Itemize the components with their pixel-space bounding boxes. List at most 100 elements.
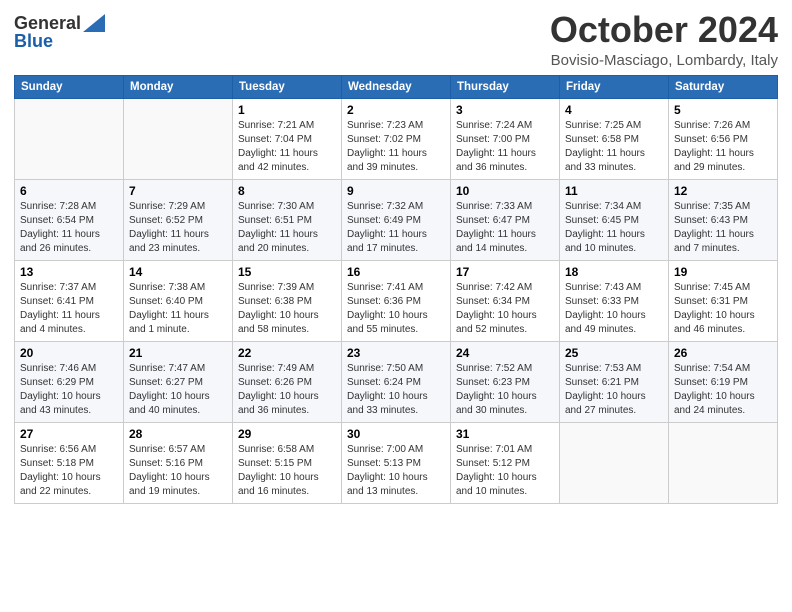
- day-number: 20: [20, 346, 118, 360]
- col-thursday: Thursday: [451, 75, 560, 98]
- day-number: 3: [456, 103, 554, 117]
- calendar-cell: 9 Sunrise: 7:32 AM Sunset: 6:49 PM Daylig…: [342, 179, 451, 260]
- calendar-cell: [124, 98, 233, 179]
- day-number: 11: [565, 184, 663, 198]
- calendar-cell: [560, 422, 669, 503]
- calendar-cell: 24 Sunrise: 7:52 AM Sunset: 6:23 PM Dayli…: [451, 341, 560, 422]
- calendar-cell: 18Sunrise: 7:43 AM Sunset: 6:33 PM Dayli…: [560, 260, 669, 341]
- calendar-cell: 8 Sunrise: 7:30 AM Sunset: 6:51 PM Daylig…: [233, 179, 342, 260]
- day-info: Sunrise: 7:49 AM Sunset: 6:26 PM Dayligh…: [238, 362, 336, 418]
- calendar-cell: 3 Sunrise: 7:24 AM Sunset: 7:00 PM Daylig…: [451, 98, 560, 179]
- day-info: Sunrise: 7:24 AM Sunset: 7:00 PM Dayligh…: [456, 119, 554, 175]
- logo-blue-text: Blue: [14, 32, 53, 50]
- calendar-cell: 10Sunrise: 7:33 AM Sunset: 6:47 PM Dayli…: [451, 179, 560, 260]
- day-info: Sunrise: 7:21 AM Sunset: 7:04 PM Dayligh…: [238, 119, 336, 175]
- logo-general-text: General: [14, 14, 81, 32]
- calendar-cell: 19 Sunrise: 7:45 AM Sunset: 6:31 PM Dayli…: [669, 260, 778, 341]
- day-info: Sunrise: 7:28 AM Sunset: 6:54 PM Dayligh…: [20, 200, 118, 256]
- day-number: 6: [20, 184, 118, 198]
- location-text: Bovisio-Masciago, Lombardy, Italy: [550, 52, 778, 69]
- day-number: 10: [456, 184, 554, 198]
- day-info: Sunrise: 7:52 AM Sunset: 6:23 PM Dayligh…: [456, 362, 554, 418]
- day-number: 23: [347, 346, 445, 360]
- calendar-cell: 21Sunrise: 7:47 AM Sunset: 6:27 PM Dayli…: [124, 341, 233, 422]
- col-tuesday: Tuesday: [233, 75, 342, 98]
- calendar-cell: 23 Sunrise: 7:50 AM Sunset: 6:24 PM Dayli…: [342, 341, 451, 422]
- day-info: Sunrise: 7:54 AM Sunset: 6:19 PM Dayligh…: [674, 362, 772, 418]
- day-number: 31: [456, 427, 554, 441]
- calendar-cell: 17 Sunrise: 7:42 AM Sunset: 6:34 PM Dayli…: [451, 260, 560, 341]
- day-number: 13: [20, 265, 118, 279]
- day-info: Sunrise: 6:56 AM Sunset: 5:18 PM Dayligh…: [20, 443, 118, 499]
- day-info: Sunrise: 6:58 AM Sunset: 5:15 PM Dayligh…: [238, 443, 336, 499]
- day-number: 5: [674, 103, 772, 117]
- calendar-cell: 12 Sunrise: 7:35 AM Sunset: 6:43 PM Dayli…: [669, 179, 778, 260]
- calendar-cell: 11 Sunrise: 7:34 AM Sunset: 6:45 PM Dayli…: [560, 179, 669, 260]
- day-number: 12: [674, 184, 772, 198]
- calendar-cell: 14 Sunrise: 7:38 AM Sunset: 6:40 PM Dayli…: [124, 260, 233, 341]
- day-info: Sunrise: 7:42 AM Sunset: 6:34 PM Dayligh…: [456, 281, 554, 337]
- day-number: 8: [238, 184, 336, 198]
- calendar-cell: 31 Sunrise: 7:01 AM Sunset: 5:12 PM Dayli…: [451, 422, 560, 503]
- calendar-cell: 7Sunrise: 7:29 AM Sunset: 6:52 PM Daylig…: [124, 179, 233, 260]
- day-number: 29: [238, 427, 336, 441]
- title-area: October 2024 Bovisio-Masciago, Lombardy,…: [550, 10, 778, 69]
- day-info: Sunrise: 7:45 AM Sunset: 6:31 PM Dayligh…: [674, 281, 772, 337]
- calendar-cell: [15, 98, 124, 179]
- calendar-cell: 16 Sunrise: 7:41 AM Sunset: 6:36 PM Dayli…: [342, 260, 451, 341]
- day-info: Sunrise: 7:38 AM Sunset: 6:40 PM Dayligh…: [129, 281, 227, 337]
- calendar-week-3: 13Sunrise: 7:37 AM Sunset: 6:41 PM Dayli…: [15, 260, 778, 341]
- calendar-cell: 22Sunrise: 7:49 AM Sunset: 6:26 PM Dayli…: [233, 341, 342, 422]
- calendar-week-4: 20Sunrise: 7:46 AM Sunset: 6:29 PM Dayli…: [15, 341, 778, 422]
- day-info: Sunrise: 6:57 AM Sunset: 5:16 PM Dayligh…: [129, 443, 227, 499]
- day-info: Sunrise: 7:26 AM Sunset: 6:56 PM Dayligh…: [674, 119, 772, 175]
- page-header: General Blue October 2024 Bovisio-Mascia…: [14, 10, 778, 69]
- calendar-table: Sunday Monday Tuesday Wednesday Thursday…: [14, 75, 778, 504]
- day-info: Sunrise: 7:39 AM Sunset: 6:38 PM Dayligh…: [238, 281, 336, 337]
- day-info: Sunrise: 7:53 AM Sunset: 6:21 PM Dayligh…: [565, 362, 663, 418]
- calendar-cell: 1Sunrise: 7:21 AM Sunset: 7:04 PM Daylig…: [233, 98, 342, 179]
- day-number: 25: [565, 346, 663, 360]
- calendar-cell: 13Sunrise: 7:37 AM Sunset: 6:41 PM Dayli…: [15, 260, 124, 341]
- day-number: 30: [347, 427, 445, 441]
- day-number: 17: [456, 265, 554, 279]
- day-info: Sunrise: 7:29 AM Sunset: 6:52 PM Dayligh…: [129, 200, 227, 256]
- col-monday: Monday: [124, 75, 233, 98]
- calendar-cell: 20Sunrise: 7:46 AM Sunset: 6:29 PM Dayli…: [15, 341, 124, 422]
- col-saturday: Saturday: [669, 75, 778, 98]
- day-number: 4: [565, 103, 663, 117]
- day-info: Sunrise: 7:35 AM Sunset: 6:43 PM Dayligh…: [674, 200, 772, 256]
- day-info: Sunrise: 7:50 AM Sunset: 6:24 PM Dayligh…: [347, 362, 445, 418]
- day-number: 14: [129, 265, 227, 279]
- day-number: 24: [456, 346, 554, 360]
- col-wednesday: Wednesday: [342, 75, 451, 98]
- day-info: Sunrise: 7:41 AM Sunset: 6:36 PM Dayligh…: [347, 281, 445, 337]
- calendar-header-row: Sunday Monday Tuesday Wednesday Thursday…: [15, 75, 778, 98]
- month-title: October 2024: [550, 10, 778, 50]
- day-info: Sunrise: 7:34 AM Sunset: 6:45 PM Dayligh…: [565, 200, 663, 256]
- day-number: 19: [674, 265, 772, 279]
- day-number: 27: [20, 427, 118, 441]
- calendar-cell: 4 Sunrise: 7:25 AM Sunset: 6:58 PM Daylig…: [560, 98, 669, 179]
- calendar-week-1: 1Sunrise: 7:21 AM Sunset: 7:04 PM Daylig…: [15, 98, 778, 179]
- calendar-cell: 28Sunrise: 6:57 AM Sunset: 5:16 PM Dayli…: [124, 422, 233, 503]
- logo: General Blue: [14, 10, 105, 50]
- col-sunday: Sunday: [15, 75, 124, 98]
- day-info: Sunrise: 7:00 AM Sunset: 5:13 PM Dayligh…: [347, 443, 445, 499]
- day-info: Sunrise: 7:30 AM Sunset: 6:51 PM Dayligh…: [238, 200, 336, 256]
- day-number: 2: [347, 103, 445, 117]
- calendar-cell: 26Sunrise: 7:54 AM Sunset: 6:19 PM Dayli…: [669, 341, 778, 422]
- calendar-cell: 5 Sunrise: 7:26 AM Sunset: 6:56 PM Daylig…: [669, 98, 778, 179]
- day-info: Sunrise: 7:01 AM Sunset: 5:12 PM Dayligh…: [456, 443, 554, 499]
- day-info: Sunrise: 7:25 AM Sunset: 6:58 PM Dayligh…: [565, 119, 663, 175]
- calendar-cell: 30 Sunrise: 7:00 AM Sunset: 5:13 PM Dayli…: [342, 422, 451, 503]
- day-number: 21: [129, 346, 227, 360]
- day-info: Sunrise: 7:23 AM Sunset: 7:02 PM Dayligh…: [347, 119, 445, 175]
- calendar-cell: 27 Sunrise: 6:56 AM Sunset: 5:18 PM Dayli…: [15, 422, 124, 503]
- calendar-cell: 2 Sunrise: 7:23 AM Sunset: 7:02 PM Daylig…: [342, 98, 451, 179]
- day-number: 15: [238, 265, 336, 279]
- day-number: 9: [347, 184, 445, 198]
- page-container: General Blue October 2024 Bovisio-Mascia…: [0, 0, 792, 514]
- day-info: Sunrise: 7:32 AM Sunset: 6:49 PM Dayligh…: [347, 200, 445, 256]
- day-number: 16: [347, 265, 445, 279]
